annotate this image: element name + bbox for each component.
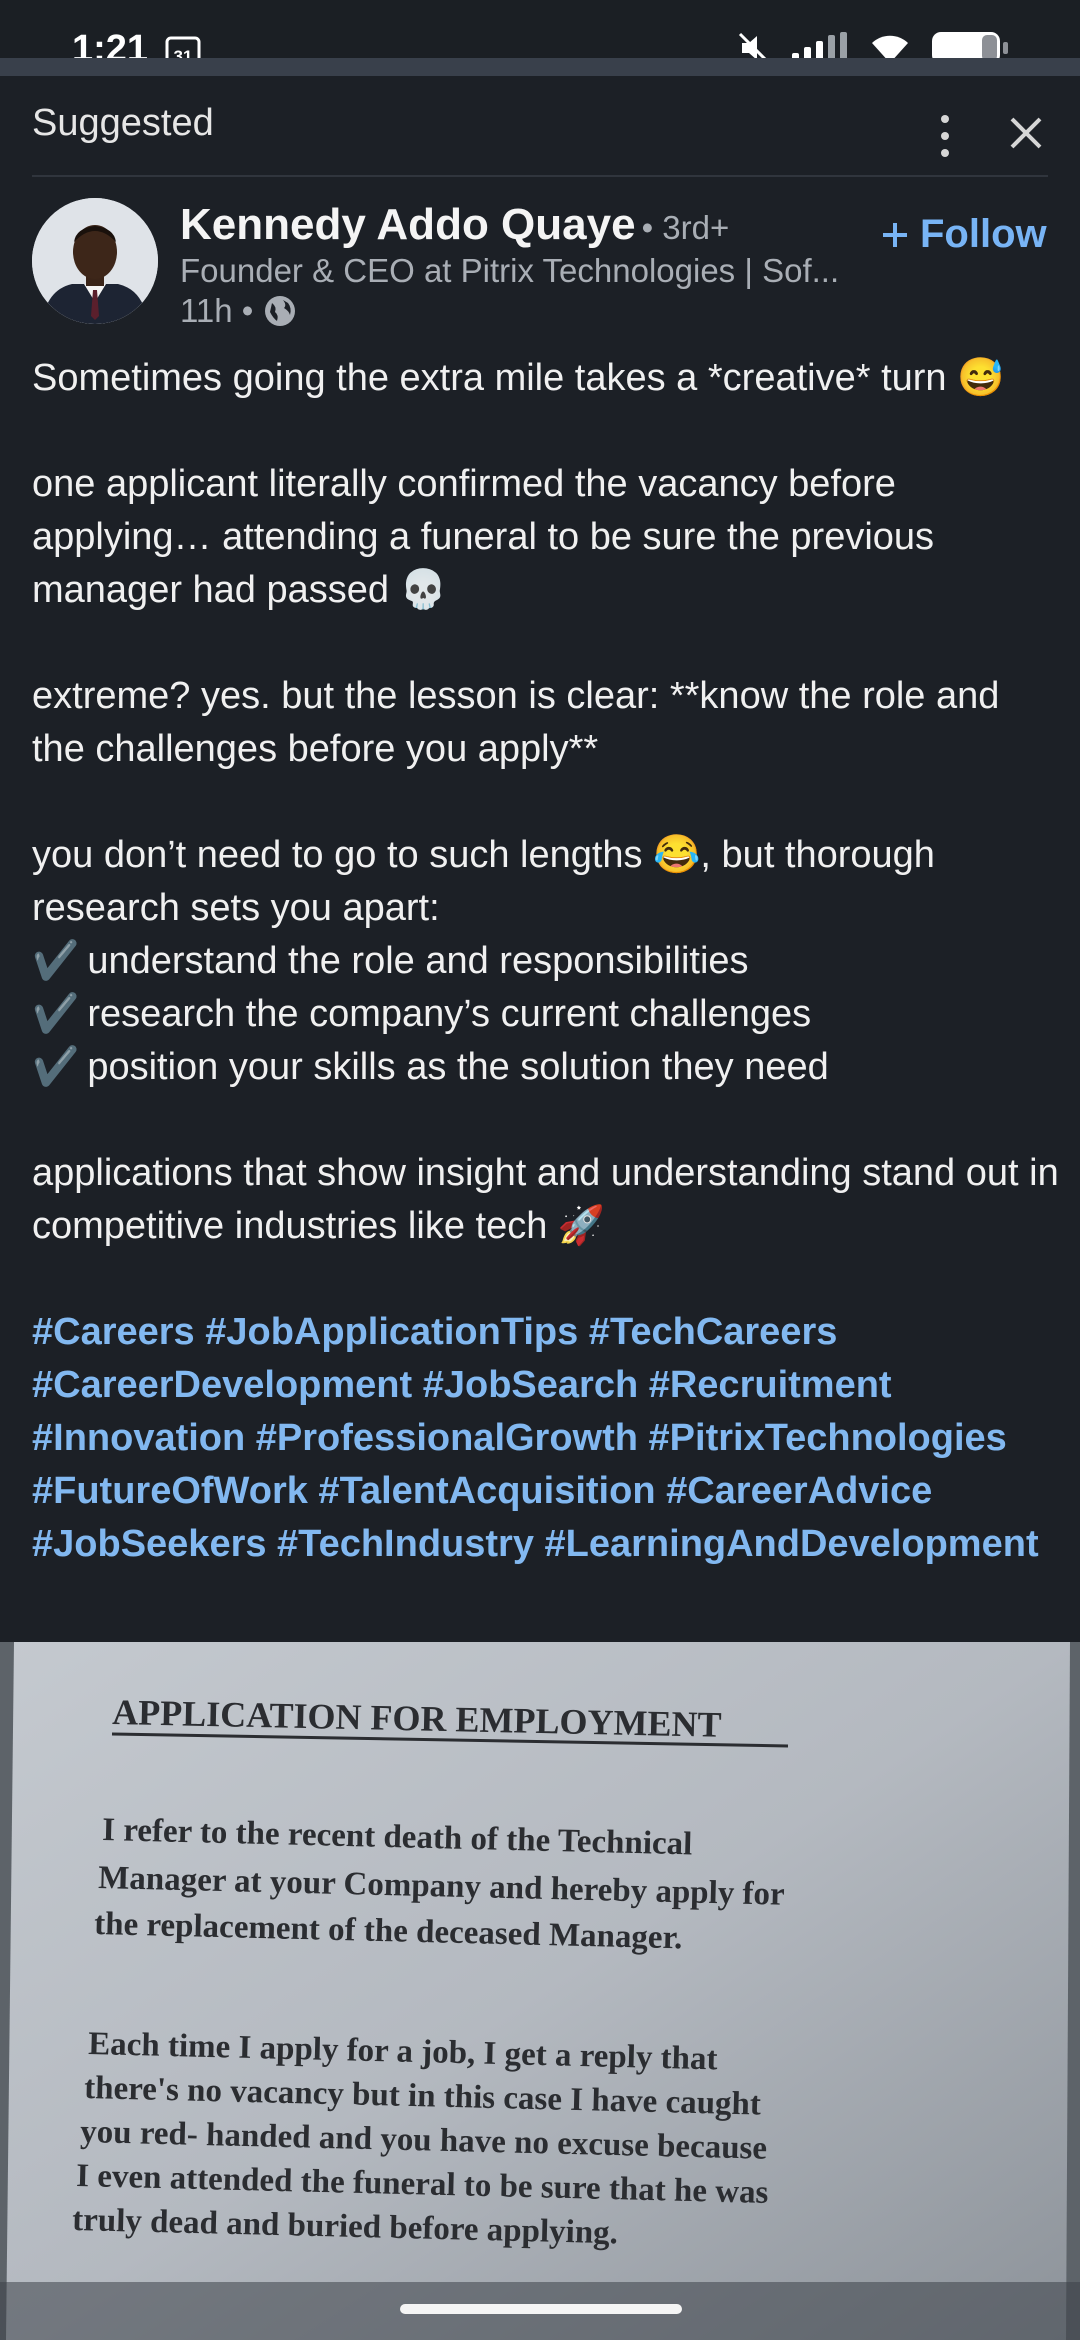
post-line-4: you don’t need to go to such lengths 😂, … <box>32 834 935 929</box>
home-indicator[interactable] <box>400 2304 682 2314</box>
post-line-5: applications that show insight and under… <box>32 1152 1059 1247</box>
header-divider <box>32 175 1048 177</box>
post-time: 11h • <box>180 292 254 329</box>
status-bar: 1:21 31 <box>0 0 1080 70</box>
post-line-1: Sometimes going the extra mile takes a *… <box>32 357 1005 399</box>
suggested-label: Suggested <box>32 102 214 144</box>
suggested-header: Suggested <box>0 76 1080 176</box>
checklist-text: position your skills as the solution the… <box>87 1046 829 1088</box>
follow-label[interactable]: Follow <box>920 212 1047 257</box>
author-headline: Founder & CEO at Pitrix Technologies | S… <box>180 252 840 289</box>
connection-degree: • 3rd+ <box>641 209 730 246</box>
post-meta: 11h • <box>180 292 297 330</box>
checklist-text: research the company’s current challenge… <box>87 993 812 1035</box>
globe-icon <box>265 296 296 326</box>
author-avatar[interactable] <box>32 198 158 324</box>
checklist-text: understand the role and responsibilities <box>87 940 749 982</box>
more-options-icon[interactable] <box>930 111 960 161</box>
author-name[interactable]: Kennedy Addo Quaye • 3rd+ <box>180 200 729 250</box>
check-icon: ✔️ <box>32 1046 80 1088</box>
check-icon: ✔️ <box>32 993 80 1035</box>
post-body: Sometimes going the extra mile takes a *… <box>32 352 1062 1571</box>
author-name-text[interactable]: Kennedy Addo Quaye <box>180 200 636 249</box>
checklist-item: ✔️ understand the role and responsibiliti… <box>32 935 1062 988</box>
post-line-2: one applicant literally confirmed the va… <box>32 463 935 611</box>
checklist-item: ✔️ position your skills as the solution t… <box>32 1041 1062 1094</box>
checklist-item: ✔️ research the company’s current challen… <box>32 988 1062 1041</box>
post-hashtags[interactable]: #Careers #JobApplicationTips #TechCareer… <box>32 1306 1062 1571</box>
follow-button[interactable]: Follow <box>880 212 1047 257</box>
close-icon[interactable] <box>1004 111 1048 155</box>
post-line-3: extreme? yes. but the lesson is clear: *… <box>32 675 1000 770</box>
post-image[interactable]: APPLICATION FOR EMPLOYMENT I refer to th… <box>0 1642 1080 2340</box>
plus-icon <box>883 222 907 247</box>
check-icon: ✔️ <box>32 940 80 982</box>
progress-strip <box>0 58 1080 76</box>
